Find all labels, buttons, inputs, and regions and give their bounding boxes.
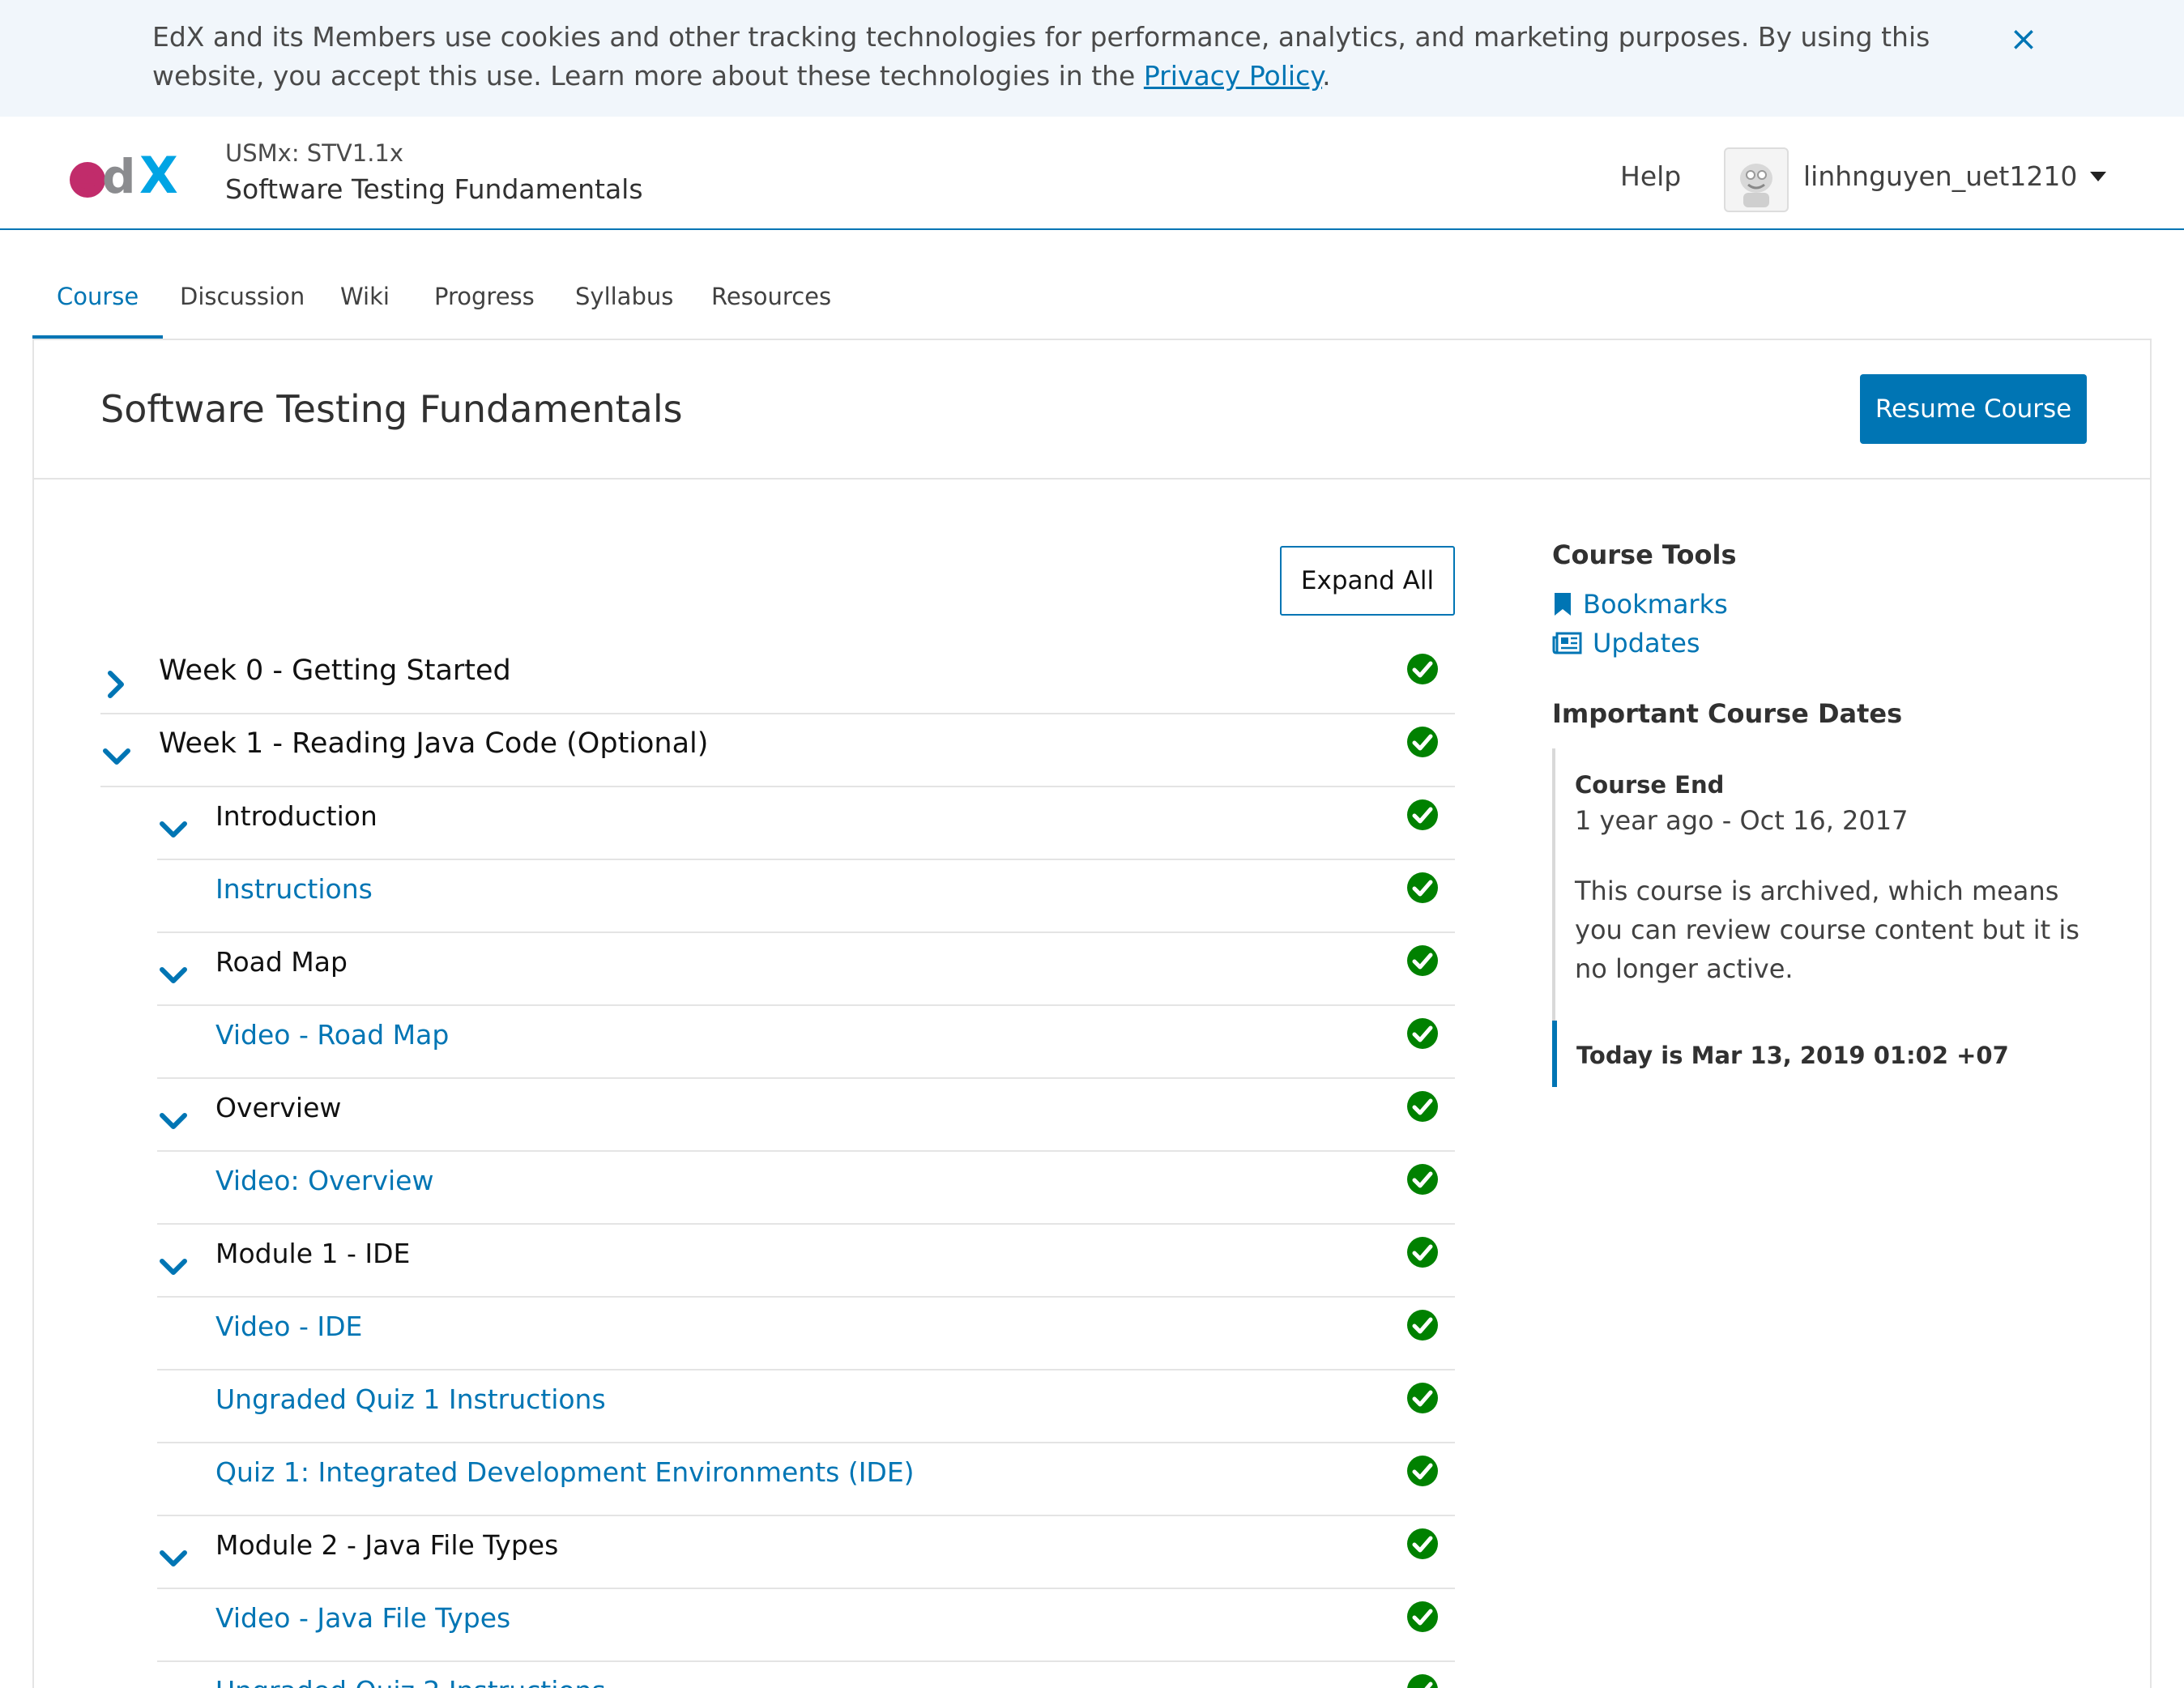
check-circle-icon bbox=[1407, 1237, 1438, 1268]
outline-item-label[interactable]: Instructions bbox=[215, 873, 373, 905]
chevron-down-icon[interactable] bbox=[2090, 172, 2106, 181]
tab-progress[interactable]: Progress bbox=[410, 267, 559, 340]
outline-item-label: Overview bbox=[215, 1092, 342, 1123]
outline-item-label[interactable]: Quiz 1: Integrated Development Environme… bbox=[215, 1456, 915, 1488]
chevron-down-icon[interactable] bbox=[100, 726, 133, 799]
bookmark-icon bbox=[1555, 593, 1571, 616]
bookmarks-link[interactable]: Bookmarks bbox=[1552, 585, 2135, 624]
outline-subsection-row[interactable]: Module 1 - IDE bbox=[157, 1225, 1455, 1298]
course-org: USMx: STV1.1x bbox=[225, 139, 404, 167]
check-circle-icon bbox=[1407, 1528, 1438, 1559]
updates-label: Updates bbox=[1593, 628, 1700, 659]
help-link[interactable]: Help bbox=[1620, 160, 1681, 192]
course-end-block: Course End 1 year ago - Oct 16, 2017 Thi… bbox=[1552, 748, 2135, 1021]
check-circle-icon bbox=[1407, 872, 1438, 903]
outline-unit-row[interactable]: Instructions bbox=[157, 860, 1455, 933]
username[interactable]: linhnguyen_uet1210 bbox=[1803, 160, 2077, 192]
page: EdX and its Members use cookies and othe… bbox=[0, 0, 2184, 1688]
title-row: Software Testing Fundamentals Resume Cou… bbox=[34, 340, 2150, 480]
tab-course[interactable]: Course bbox=[32, 267, 164, 340]
outline-subsection-row[interactable]: Module 2 - Java File Types bbox=[157, 1516, 1455, 1589]
check-circle-icon bbox=[1407, 1383, 1438, 1413]
outline-subsection-row[interactable]: Road Map bbox=[157, 933, 1455, 1006]
outline-item-label: Road Map bbox=[215, 946, 348, 978]
outline-unit-row[interactable]: Video - Road Map bbox=[157, 1006, 1455, 1079]
svg-text:e: e bbox=[70, 155, 98, 202]
updates-link[interactable]: Updates bbox=[1552, 624, 2135, 663]
course-sidebar: Course Tools Bookmarks Updates Important… bbox=[1552, 539, 2135, 1087]
today-date: Today is Mar 13, 2019 01:02 +07 bbox=[1576, 1042, 2009, 1069]
outline-unit-row[interactable]: Ungraded Quiz 2 Instructions bbox=[157, 1662, 1455, 1688]
course-main: Software Testing Fundamentals Resume Cou… bbox=[32, 339, 2152, 1688]
outline-item-label: Week 0 - Getting Started bbox=[159, 654, 511, 687]
close-icon[interactable]: × bbox=[2007, 21, 2040, 57]
tab-resources[interactable]: Resources bbox=[687, 267, 855, 340]
outline-unit-row[interactable]: Ungraded Quiz 1 Instructions bbox=[157, 1370, 1455, 1443]
check-circle-icon bbox=[1407, 1456, 1438, 1486]
course-dates: Course End 1 year ago - Oct 16, 2017 Thi… bbox=[1552, 748, 2135, 1087]
check-circle-icon bbox=[1407, 1674, 1438, 1688]
outline-unit-row[interactable]: Video - IDE bbox=[157, 1298, 1455, 1370]
resume-course-button[interactable]: Resume Course bbox=[1860, 374, 2087, 444]
check-circle-icon bbox=[1407, 1601, 1438, 1632]
cookie-suffix: . bbox=[1322, 60, 1331, 92]
edx-logo[interactable]: e d X bbox=[65, 146, 194, 206]
check-circle-icon bbox=[1407, 945, 1438, 976]
outline-item-label[interactable]: Ungraded Quiz 1 Instructions bbox=[215, 1383, 606, 1415]
outline-section-row[interactable]: Week 1 - Reading Java Code (Optional) bbox=[100, 714, 1455, 787]
outline-item-label: Week 1 - Reading Java Code (Optional) bbox=[159, 727, 709, 760]
site-header: e d X USMx: STV1.1x Software Testing Fun… bbox=[0, 117, 2184, 230]
outline-unit-row[interactable]: Quiz 1: Integrated Development Environme… bbox=[157, 1443, 1455, 1516]
cookie-banner: EdX and its Members use cookies and othe… bbox=[0, 0, 2184, 117]
tab-wiki[interactable]: Wiki bbox=[316, 267, 414, 340]
outline-unit-row[interactable]: Video: Overview bbox=[157, 1152, 1455, 1225]
newspaper-icon bbox=[1552, 632, 1582, 654]
outline-subsection-row[interactable]: Introduction bbox=[157, 787, 1455, 860]
outline-item-label[interactable]: Video - IDE bbox=[215, 1311, 362, 1342]
today-block: Today is Mar 13, 2019 01:02 +07 bbox=[1552, 1021, 2135, 1087]
page-title: Software Testing Fundamentals bbox=[100, 387, 683, 431]
outline-item-label[interactable]: Ungraded Quiz 2 Instructions bbox=[215, 1675, 606, 1688]
expand-all-button[interactable]: Expand All bbox=[1280, 546, 1455, 616]
check-circle-icon bbox=[1407, 727, 1438, 757]
check-circle-icon bbox=[1407, 654, 1438, 684]
course-tools-heading: Course Tools bbox=[1552, 539, 1737, 570]
check-circle-icon bbox=[1407, 1018, 1438, 1049]
privacy-policy-link[interactable]: Privacy Policy bbox=[1144, 60, 1322, 92]
tab-discussion[interactable]: Discussion bbox=[156, 267, 329, 340]
important-dates-heading: Important Course Dates bbox=[1552, 698, 1903, 729]
course-end-title: Course End bbox=[1575, 771, 1725, 799]
tab-syllabus[interactable]: Syllabus bbox=[551, 267, 697, 340]
cookie-text: EdX and its Members use cookies and othe… bbox=[152, 18, 1967, 96]
check-circle-icon bbox=[1407, 1164, 1438, 1195]
svg-text:d: d bbox=[102, 149, 136, 202]
check-circle-icon bbox=[1407, 1310, 1438, 1341]
outline-subsection-row[interactable]: Overview bbox=[157, 1079, 1455, 1152]
outline-item-label: Module 2 - Java File Types bbox=[215, 1529, 559, 1561]
outline-item-label: Module 1 - IDE bbox=[215, 1238, 411, 1269]
outline-item-label[interactable]: Video - Road Map bbox=[215, 1019, 449, 1051]
course-end-description: This course is archived, which means you… bbox=[1575, 876, 2079, 984]
bookmarks-label: Bookmarks bbox=[1583, 589, 1728, 620]
course-end-date: 1 year ago - Oct 16, 2017 bbox=[1575, 805, 1909, 836]
outline-item-label[interactable]: Video - Java File Types bbox=[215, 1602, 510, 1634]
avatar[interactable] bbox=[1724, 147, 1789, 212]
outline-unit-row[interactable]: Video - Java File Types bbox=[157, 1589, 1455, 1662]
svg-text:X: X bbox=[139, 146, 178, 202]
outline-item-label[interactable]: Video: Overview bbox=[215, 1165, 433, 1196]
course-name: Software Testing Fundamentals bbox=[225, 173, 643, 205]
outline-section-row[interactable]: Week 0 - Getting Started bbox=[100, 642, 1455, 714]
check-circle-icon bbox=[1407, 1091, 1438, 1122]
outline-item-label: Introduction bbox=[215, 800, 378, 832]
check-circle-icon bbox=[1407, 799, 1438, 830]
cookie-message: EdX and its Members use cookies and othe… bbox=[152, 21, 1930, 92]
